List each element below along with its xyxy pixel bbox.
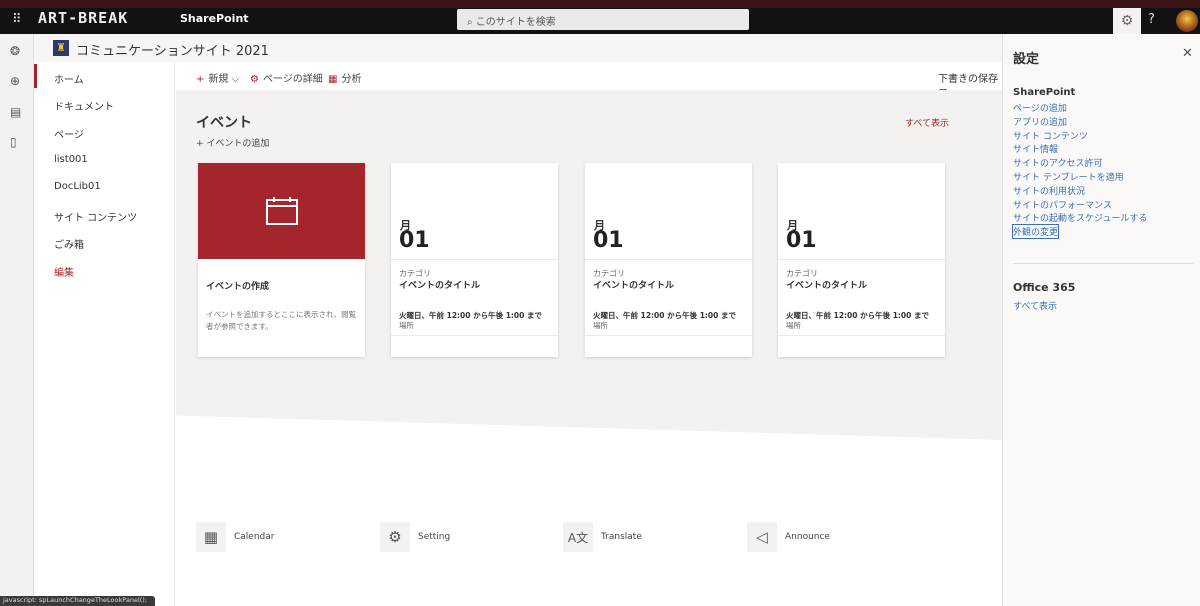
nav-item-home[interactable]: ホーム (54, 71, 84, 86)
event-time: 火曜日、午前 12:00 から午後 1:00 まで (593, 311, 736, 320)
command-bar: +新規 ⌵ ⚙ページの詳細 ▦分析 下書きの保存日 (176, 62, 1002, 100)
help-icon[interactable]: ? (1148, 12, 1155, 27)
plus-icon: + (196, 139, 207, 149)
office365-see-all-link[interactable]: すべて表示 (1013, 299, 1057, 312)
site-title[interactable]: コミュニケーションサイト 2021 (76, 40, 269, 59)
divider (391, 335, 558, 336)
page-details-label: ページの詳細 (262, 74, 323, 85)
divider (585, 335, 752, 336)
settings-link-add-app[interactable]: アプリの追加 (1013, 115, 1067, 128)
app-rail (0, 34, 34, 606)
event-location: 場所 (593, 321, 608, 330)
divider (778, 335, 945, 336)
search-icon: ⌕ (467, 17, 476, 28)
status-bar: javascript: spLaunchChangeTheLookPanel()… (0, 596, 155, 606)
new-label: 新規 (208, 74, 229, 85)
news-icon[interactable]: ▤ (10, 105, 21, 119)
plus-icon: + (196, 74, 205, 85)
event-day: 01 (593, 228, 624, 253)
nav-selected-indicator (34, 64, 37, 88)
divider (1013, 263, 1193, 264)
site-logo[interactable]: ♜ (53, 40, 69, 56)
settings-link-permissions[interactable]: サイトのアクセス許可 (1013, 156, 1103, 169)
sharepoint-home-icon[interactable]: ❂ (10, 44, 20, 58)
nav-edit-link[interactable]: 編集 (54, 264, 74, 279)
event-title: イベントのタイトル (399, 281, 481, 291)
settings-link-apply-template[interactable]: サイト テンプレートを適用 (1013, 170, 1124, 183)
settings-link-schedule-launch[interactable]: サイトの起動をスケジュールする (1013, 211, 1147, 224)
search-input[interactable]: ⌕ このサイトを検索 (457, 9, 749, 30)
office365-heading: Office 365 (1013, 281, 1076, 294)
settings-link-site-info[interactable]: サイト情報 (1013, 142, 1058, 155)
quicklink-label: Announce (785, 532, 830, 542)
gear-icon: ⚙ (380, 522, 410, 552)
event-location: 場所 (786, 321, 801, 330)
event-card[interactable]: 月 01 カテゴリ イベントのタイトル 火曜日、午前 12:00 から午後 1:… (391, 163, 558, 357)
sharepoint-heading: SharePoint (1013, 87, 1076, 98)
analytics-icon: ▦ (328, 74, 338, 85)
settings-gear-icon[interactable]: ⚙ (1113, 8, 1141, 34)
quicklink-label: Setting (418, 532, 451, 542)
calendar-icon: ▦ (196, 522, 226, 552)
create-event-title: イベントの作成 (206, 282, 270, 292)
page-details-button[interactable]: ⚙ ページの詳細 (250, 70, 323, 85)
divider (585, 259, 752, 260)
analytics-button[interactable]: ▦ 分析 (328, 70, 361, 85)
avatar[interactable] (1176, 10, 1198, 32)
nav-item-documents[interactable]: ドキュメント (54, 98, 114, 113)
event-card[interactable]: 月 01 カテゴリ イベントのタイトル 火曜日、午前 12:00 から午後 1:… (585, 163, 752, 357)
event-time: 火曜日、午前 12:00 から午後 1:00 まで (399, 311, 542, 320)
new-button[interactable]: + 新規 ⌵ (196, 70, 239, 85)
nav-item-site-contents[interactable]: サイト コンテンツ (54, 209, 137, 224)
quicklink-announce[interactable]: ◁ Announce (747, 522, 830, 552)
quicklink-calendar[interactable]: ▦ Calendar (196, 522, 274, 552)
event-card[interactable]: 月 01 カテゴリ イベントのタイトル 火曜日、午前 12:00 から午後 1:… (778, 163, 945, 357)
add-event-label: イベントの追加 (206, 139, 270, 149)
quicklink-translate[interactable]: A文 Translate (563, 522, 642, 552)
nav-item-recycle-bin[interactable]: ごみ箱 (54, 236, 84, 251)
megaphone-icon: ◁ (747, 522, 777, 552)
see-all-link[interactable]: すべて表示 (905, 116, 949, 129)
event-location: 場所 (399, 321, 414, 330)
event-day: 01 (786, 228, 817, 253)
divider (391, 259, 558, 260)
close-icon[interactable]: ✕ (1182, 46, 1193, 61)
quicklink-setting[interactable]: ⚙ Setting (380, 522, 450, 552)
settings-link-performance[interactable]: サイトのパフォーマンス (1013, 198, 1112, 211)
settings-title: 設定 (1013, 52, 1040, 67)
divider (778, 259, 945, 260)
app-launcher-icon[interactable]: ⠿ (12, 12, 22, 27)
event-title: イベントのタイトル (593, 281, 675, 291)
translate-icon: A文 (563, 522, 593, 552)
calendar-icon (198, 163, 365, 259)
search-placeholder: このサイトを検索 (475, 17, 556, 28)
gear-icon: ⚙ (250, 74, 259, 85)
brand-logo[interactable]: ART-BREAK (38, 9, 128, 27)
nav-item-list001[interactable]: list001 (54, 154, 88, 165)
nav-item-doclib01[interactable]: DocLib01 (54, 181, 101, 192)
create-event-desc: イベントを追加するとここに表示され、閲覧者が参照できます。 (206, 310, 357, 331)
nav-item-pages[interactable]: ページ (54, 126, 84, 141)
settings-link-usage[interactable]: サイトの利用状況 (1013, 184, 1085, 197)
event-time: 火曜日、午前 12:00 から午後 1:00 まで (786, 311, 929, 320)
add-event-button[interactable]: + イベントの追加 (196, 136, 269, 149)
app-name[interactable]: SharePoint (180, 12, 249, 25)
settings-link-site-contents[interactable]: サイト コンテンツ (1013, 129, 1088, 142)
globe-icon[interactable]: ⊕ (10, 74, 20, 88)
document-icon[interactable]: ▯ (10, 135, 17, 149)
chevron-down-icon: ⌵ (231, 74, 240, 85)
settings-link-add-page[interactable]: ページの追加 (1013, 101, 1067, 114)
quicklink-label: Calendar (234, 532, 275, 542)
event-title: イベントのタイトル (786, 281, 868, 291)
event-day: 01 (399, 228, 430, 253)
analytics-label: 分析 (341, 74, 362, 85)
quicklink-label: Translate (601, 532, 642, 542)
settings-link-change-look[interactable]: 外観の変更 (1011, 224, 1060, 239)
left-nav: ホーム ドキュメント ページ list001 DocLib01 サイト コンテン… (34, 62, 175, 606)
events-heading: イベント (196, 115, 252, 131)
create-event-card[interactable]: イベントの作成 イベントを追加するとここに表示され、閲覧者が参照できます。 (198, 163, 365, 357)
